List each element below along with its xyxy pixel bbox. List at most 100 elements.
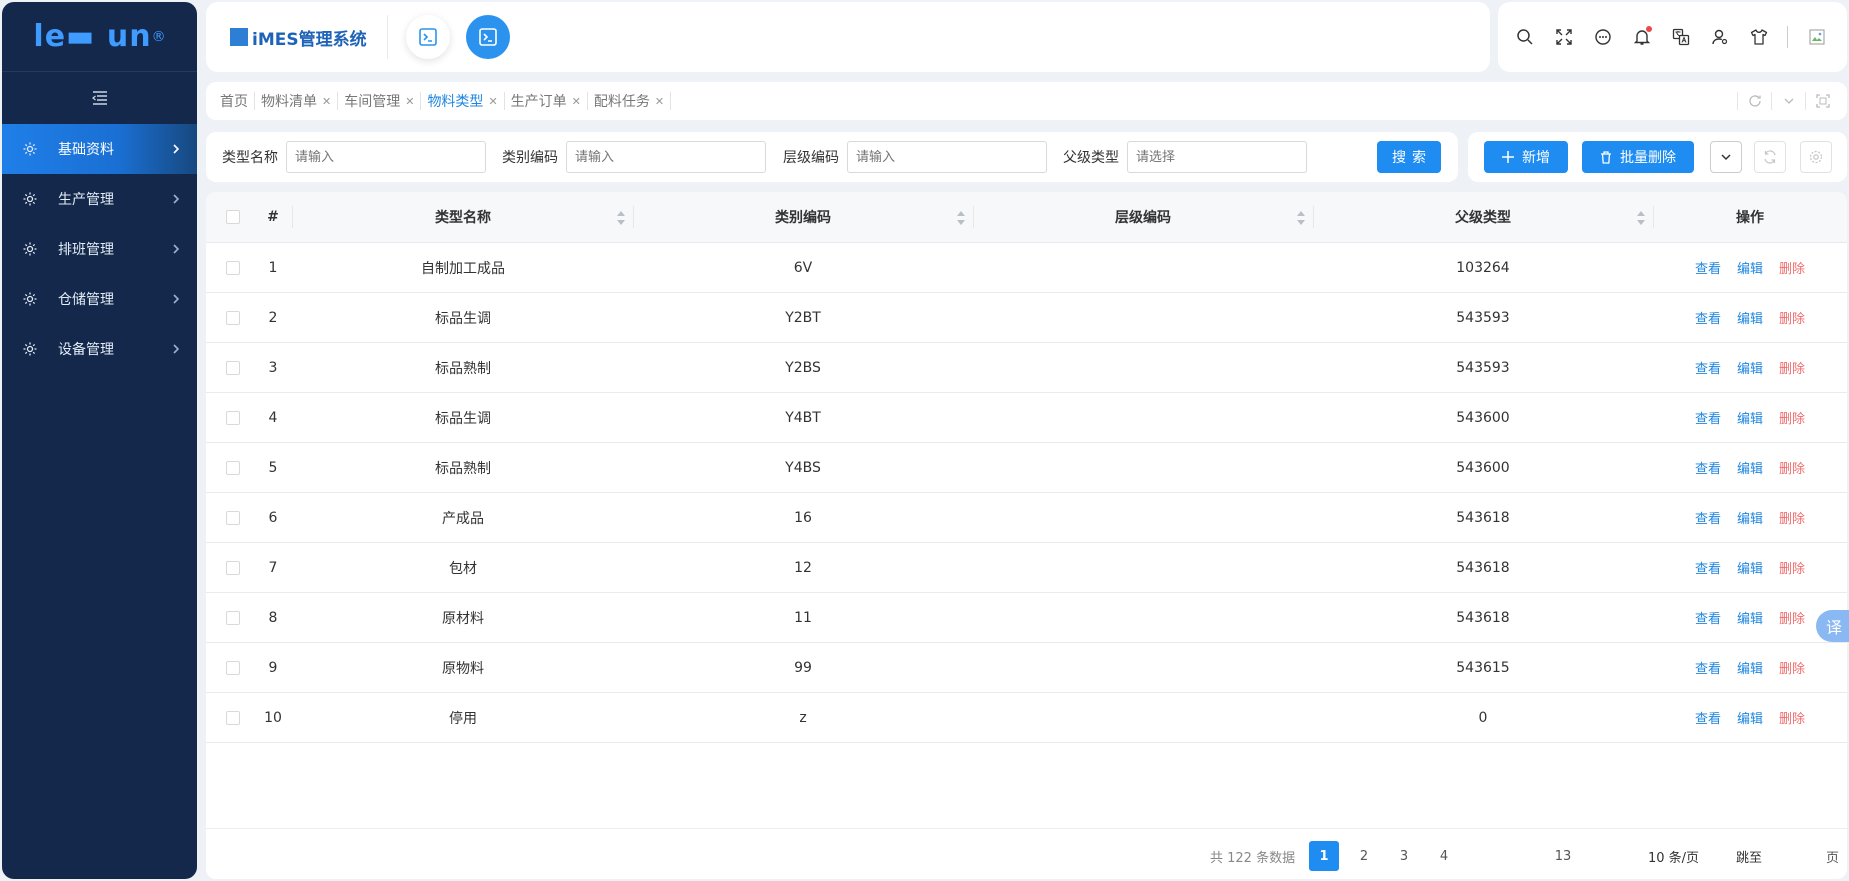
fullscreen-icon[interactable] bbox=[1553, 26, 1575, 48]
delete-link[interactable]: 删除 bbox=[1779, 658, 1805, 677]
sort-icon[interactable] bbox=[1637, 211, 1645, 225]
page-13[interactable]: 13 bbox=[1548, 841, 1578, 871]
row-checkbox[interactable] bbox=[226, 360, 240, 375]
page-1[interactable]: 1 bbox=[1309, 841, 1339, 871]
parent-type-select[interactable] bbox=[1127, 141, 1307, 173]
tab-refresh-button[interactable] bbox=[1737, 92, 1771, 110]
delete-link[interactable]: 删除 bbox=[1779, 458, 1805, 477]
add-button[interactable]: 新增 bbox=[1484, 141, 1568, 173]
delete-link[interactable]: 删除 bbox=[1779, 408, 1805, 427]
sort-icon[interactable] bbox=[617, 211, 625, 225]
row-checkbox[interactable] bbox=[226, 510, 240, 525]
view-link[interactable]: 查看 bbox=[1695, 308, 1721, 327]
sidebar-item-2[interactable]: 排班管理 bbox=[2, 224, 197, 274]
language-icon[interactable] bbox=[1670, 26, 1692, 48]
sidebar-collapse-toggle[interactable] bbox=[2, 72, 197, 124]
tab-dropdown-button[interactable] bbox=[1771, 92, 1805, 110]
row-checkbox[interactable] bbox=[226, 560, 240, 575]
tab-maximize-button[interactable] bbox=[1805, 92, 1839, 110]
page-size-select[interactable]: 10 条/页 bbox=[1648, 847, 1699, 866]
row-checkbox[interactable] bbox=[226, 310, 240, 325]
sidebar-item-3[interactable]: 仓储管理 bbox=[2, 274, 197, 324]
close-icon[interactable]: ✕ bbox=[488, 95, 497, 108]
row-checkbox[interactable] bbox=[226, 260, 240, 275]
page-3[interactable]: 3 bbox=[1389, 841, 1419, 871]
view-link[interactable]: 查看 bbox=[1695, 408, 1721, 427]
sidebar-item-1[interactable]: 生产管理 bbox=[2, 174, 197, 224]
header-type-name[interactable]: 类型名称 bbox=[293, 192, 633, 242]
tab-1[interactable]: 物料清单 ✕ bbox=[255, 92, 339, 110]
column-settings-button[interactable] bbox=[1800, 141, 1832, 173]
menu-fold-icon[interactable] bbox=[91, 91, 108, 105]
delete-link[interactable]: 删除 bbox=[1779, 558, 1805, 577]
edit-link[interactable]: 编辑 bbox=[1737, 708, 1763, 727]
edit-link[interactable]: 编辑 bbox=[1737, 508, 1763, 527]
row-checkbox[interactable] bbox=[226, 460, 240, 475]
translate-button[interactable]: 译 bbox=[1816, 610, 1849, 642]
close-icon[interactable]: ✕ bbox=[655, 95, 664, 108]
page-4[interactable]: 4 bbox=[1429, 841, 1459, 871]
level-code-input[interactable] bbox=[847, 141, 1047, 173]
user-avatar-image[interactable] bbox=[1806, 26, 1828, 48]
type-name-input[interactable] bbox=[286, 141, 486, 173]
row-checkbox[interactable] bbox=[226, 710, 240, 725]
delete-link[interactable]: 删除 bbox=[1779, 708, 1805, 727]
tab-label: 物料类型 bbox=[427, 94, 484, 110]
row-checkbox[interactable] bbox=[226, 660, 240, 675]
header-level-code[interactable]: 层级编码 bbox=[973, 192, 1313, 242]
delete-link[interactable]: 删除 bbox=[1779, 608, 1805, 627]
header-parent-type[interactable]: 父级类型 bbox=[1313, 192, 1653, 242]
tab-3[interactable]: 物料类型 ✕ bbox=[421, 92, 505, 110]
view-link[interactable]: 查看 bbox=[1695, 658, 1721, 677]
terminal-button[interactable] bbox=[405, 15, 450, 59]
view-link[interactable]: 查看 bbox=[1695, 358, 1721, 377]
page-2[interactable]: 2 bbox=[1349, 841, 1379, 871]
theme-shirt-icon[interactable] bbox=[1748, 26, 1770, 48]
row-index: 7 bbox=[268, 559, 278, 576]
edit-link[interactable]: 编辑 bbox=[1737, 458, 1763, 477]
batch-delete-button[interactable]: 批量删除 bbox=[1582, 141, 1694, 173]
header-type-code[interactable]: 类别编码 bbox=[633, 192, 973, 242]
search-button[interactable]: 搜索 bbox=[1377, 141, 1441, 173]
message-icon[interactable] bbox=[1592, 26, 1614, 48]
tab-5[interactable]: 配料任务 ✕ bbox=[588, 92, 672, 110]
type-code-input[interactable] bbox=[566, 141, 766, 173]
edit-link[interactable]: 编辑 bbox=[1737, 608, 1763, 627]
refresh-button[interactable] bbox=[1754, 141, 1786, 173]
row-checkbox[interactable] bbox=[226, 410, 240, 425]
delete-link[interactable]: 删除 bbox=[1779, 258, 1805, 277]
sort-icon[interactable] bbox=[1297, 211, 1305, 225]
edit-link[interactable]: 编辑 bbox=[1737, 358, 1763, 377]
view-link[interactable]: 查看 bbox=[1695, 258, 1721, 277]
edit-link[interactable]: 编辑 bbox=[1737, 658, 1763, 677]
view-link[interactable]: 查看 bbox=[1695, 708, 1721, 727]
close-icon[interactable]: ✕ bbox=[322, 95, 331, 108]
close-icon[interactable]: ✕ bbox=[572, 95, 581, 108]
delete-link[interactable]: 删除 bbox=[1779, 308, 1805, 327]
tab-0[interactable]: 首页 bbox=[214, 92, 255, 110]
sidebar-item-0[interactable]: 基础资料 bbox=[2, 124, 197, 174]
close-icon[interactable]: ✕ bbox=[405, 95, 414, 108]
bell-icon[interactable] bbox=[1631, 26, 1653, 48]
select-all-checkbox[interactable] bbox=[226, 210, 240, 224]
row-checkbox[interactable] bbox=[226, 610, 240, 625]
tab-4[interactable]: 生产订单 ✕ bbox=[505, 92, 588, 110]
search-icon[interactable] bbox=[1514, 26, 1536, 48]
view-link[interactable]: 查看 bbox=[1695, 608, 1721, 627]
toolbar-divider bbox=[1787, 26, 1788, 48]
delete-link[interactable]: 删除 bbox=[1779, 358, 1805, 377]
delete-link[interactable]: 删除 bbox=[1779, 508, 1805, 527]
sort-icon[interactable] bbox=[957, 211, 965, 225]
view-link[interactable]: 查看 bbox=[1695, 558, 1721, 577]
user-settings-icon[interactable] bbox=[1709, 26, 1731, 48]
terminal-active-button[interactable] bbox=[465, 15, 510, 59]
edit-link[interactable]: 编辑 bbox=[1737, 558, 1763, 577]
edit-link[interactable]: 编辑 bbox=[1737, 408, 1763, 427]
view-link[interactable]: 查看 bbox=[1695, 458, 1721, 477]
sidebar-item-4[interactable]: 设备管理 bbox=[2, 324, 197, 374]
edit-link[interactable]: 编辑 bbox=[1737, 258, 1763, 277]
view-link[interactable]: 查看 bbox=[1695, 508, 1721, 527]
edit-link[interactable]: 编辑 bbox=[1737, 308, 1763, 327]
expand-toggle-button[interactable] bbox=[1710, 141, 1742, 173]
tab-2[interactable]: 车间管理 ✕ bbox=[338, 92, 422, 110]
